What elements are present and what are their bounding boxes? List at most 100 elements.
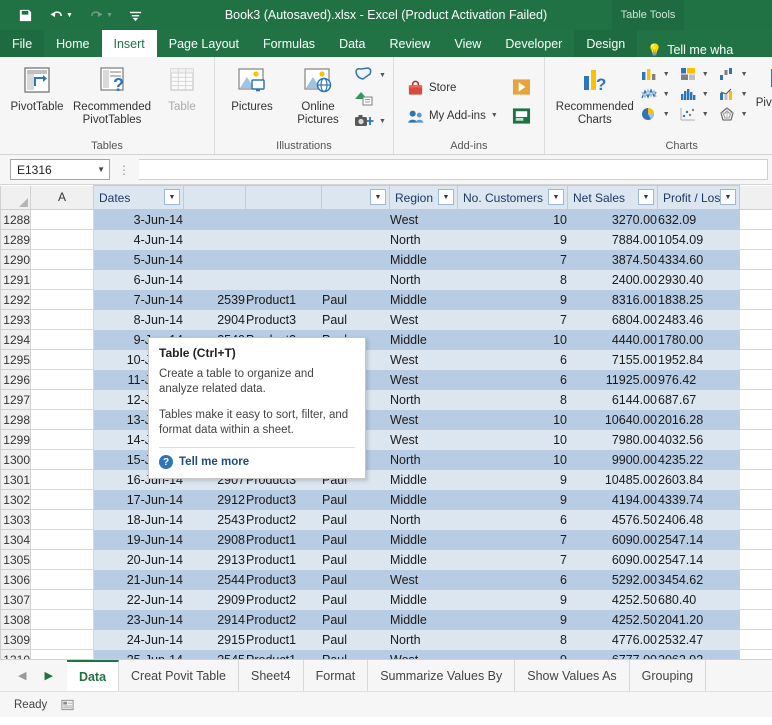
row-header[interactable]: 1310 — [0, 649, 31, 659]
cell-profit-loss[interactable]: 4235.22 — [657, 449, 740, 470]
filter-button-profit-loss[interactable]: ▼ — [720, 189, 736, 205]
cell-region[interactable]: Middle — [389, 329, 458, 350]
cell-id[interactable]: 2539 — [183, 289, 246, 310]
cell-no-customers[interactable]: 6 — [457, 369, 568, 390]
cell-trailing[interactable] — [739, 229, 772, 250]
tab-page-layout[interactable]: Page Layout — [157, 30, 251, 57]
cell-net-sales[interactable]: 6144.00 — [567, 389, 658, 410]
online-pictures-button[interactable]: Online Pictures — [285, 60, 351, 127]
cell-profit-loss[interactable]: 1838.25 — [657, 289, 740, 310]
cell-profit-loss[interactable]: 976.42 — [657, 369, 740, 390]
cell-no-customers[interactable]: 8 — [457, 629, 568, 650]
cell-no-customers[interactable]: 8 — [457, 389, 568, 410]
cell-net-sales[interactable]: 6090.00 — [567, 529, 658, 550]
cell-a[interactable] — [30, 389, 94, 410]
tab-design[interactable]: Design — [574, 30, 638, 57]
cell-product[interactable]: Product3 — [245, 569, 322, 590]
cell-id[interactable]: 2908 — [183, 529, 246, 550]
cell-trailing[interactable] — [739, 309, 772, 330]
shapes-caret-icon[interactable]: ▼ — [379, 72, 386, 79]
radar-chart-button[interactable]: ▼ — [715, 105, 751, 123]
cell-id[interactable]: 2904 — [183, 309, 246, 330]
cell-profit-loss[interactable]: 2603.84 — [657, 469, 740, 490]
cell-a[interactable] — [30, 309, 94, 330]
cell-product[interactable] — [245, 229, 322, 250]
pie-chart-caret-icon[interactable]: ▼ — [663, 111, 670, 118]
table-row[interactable]: 129914-Jun-142911Product2PaulWest107980.… — [0, 429, 772, 450]
cell-trailing[interactable] — [739, 629, 772, 650]
table-row[interactable]: 1304 19-Jun-14 2908 Product1 Paul Middle 7 6090… — [0, 529, 772, 550]
row-header[interactable]: 1298 — [0, 409, 31, 430]
cell-dates[interactable]: 8-Jun-14 — [93, 309, 184, 330]
cell-product[interactable]: Product1 — [245, 289, 322, 310]
cell-region[interactable]: West — [389, 209, 458, 230]
cell-a[interactable] — [30, 589, 94, 610]
combo-chart-button[interactable]: ▼ — [715, 85, 751, 103]
cell-dates[interactable]: 22-Jun-14 — [93, 589, 184, 610]
cell-profit-loss[interactable]: 1780.00 — [657, 329, 740, 350]
cell-region[interactable]: West — [389, 349, 458, 370]
cell-region[interactable]: West — [389, 429, 458, 450]
table-row[interactable]: 129813-Jun-142906Product2PaulWest1010640… — [0, 409, 772, 430]
table-row[interactable]: 1306 21-Jun-14 2544 Product3 Paul West 6 5292.0… — [0, 569, 772, 590]
cell-no-customers[interactable]: 9 — [457, 229, 568, 250]
cell-trailing[interactable] — [739, 249, 772, 270]
row-header[interactable]: 1296 — [0, 369, 31, 390]
cell-profit-loss[interactable]: 2406.48 — [657, 509, 740, 530]
tell-me-search[interactable]: 💡 Tell me wha — [637, 43, 733, 57]
row-header[interactable]: 1302 — [0, 489, 31, 510]
cell-id[interactable] — [183, 229, 246, 250]
cell-no-customers[interactable]: 6 — [457, 569, 568, 590]
table-row[interactable]: 1302 17-Jun-14 2912 Product3 Paul Middle 9 4194… — [0, 489, 772, 510]
cell-region[interactable]: West — [389, 649, 458, 659]
cell-id[interactable] — [183, 209, 246, 230]
cell-region[interactable]: North — [389, 229, 458, 250]
cell-dates[interactable]: 20-Jun-14 — [93, 549, 184, 570]
row-header[interactable]: 1305 — [0, 549, 31, 570]
cell-profit-loss[interactable]: 2483.46 — [657, 309, 740, 330]
cell-profit-loss[interactable]: 3454.62 — [657, 569, 740, 590]
cell-id[interactable] — [183, 249, 246, 270]
row-header[interactable]: 1308 — [0, 609, 31, 630]
cell-rep[interactable]: Paul — [321, 489, 390, 510]
cell-no-customers[interactable]: 7 — [457, 249, 568, 270]
scatter-chart-caret-icon[interactable]: ▼ — [702, 111, 709, 118]
bar-chart-button[interactable]: ▼ — [676, 65, 712, 83]
sheet-tab-creat-povit-table[interactable]: Creat Povit Table — [119, 660, 239, 691]
cell-a[interactable] — [30, 549, 94, 570]
cell-profit-loss[interactable]: 2547.14 — [657, 529, 740, 550]
cell-trailing[interactable] — [739, 349, 772, 370]
sheet-tab-summarize-values-by[interactable]: Summarize Values By — [368, 660, 516, 691]
cell-id[interactable]: 2544 — [183, 569, 246, 590]
cell-region[interactable]: West — [389, 309, 458, 330]
cell-dates[interactable]: 24-Jun-14 — [93, 629, 184, 650]
cell-no-customers[interactable]: 9 — [457, 589, 568, 610]
row-header[interactable]: 1294 — [0, 329, 31, 350]
sheet-tab-sheet4[interactable]: Sheet4 — [239, 660, 304, 691]
row-header[interactable]: 1300 — [0, 449, 31, 470]
cell-rep[interactable] — [321, 229, 390, 250]
table-column-header-net-sales[interactable]: Net Sales ▼ — [567, 185, 658, 210]
my-addins-button[interactable]: My Add-ins ▼ — [404, 107, 501, 125]
cell-net-sales[interactable]: 2400.00 — [567, 269, 658, 290]
cell-rep[interactable] — [321, 269, 390, 290]
cell-trailing[interactable] — [739, 409, 772, 430]
sheet-tab-data[interactable]: Data — [66, 660, 120, 691]
cell-id[interactable] — [183, 269, 246, 290]
row-header[interactable]: 1295 — [0, 349, 31, 370]
table-row[interactable]: 1305 20-Jun-14 2913 Product1 Paul Middle 7 6090… — [0, 549, 772, 570]
cell-net-sales[interactable]: 4776.00 — [567, 629, 658, 650]
table-row[interactable]: 129712-Jun-142541Product3PaulNorth86144.… — [0, 389, 772, 410]
store-button[interactable]: Store — [404, 79, 501, 97]
row-header[interactable]: 1307 — [0, 589, 31, 610]
cell-region[interactable]: Middle — [389, 469, 458, 490]
cell-profit-loss[interactable]: 2041.20 — [657, 609, 740, 630]
cell-id[interactable]: 2912 — [183, 489, 246, 510]
cell-trailing[interactable] — [739, 429, 772, 450]
tab-formulas[interactable]: Formulas — [251, 30, 327, 57]
cell-region[interactable]: North — [389, 629, 458, 650]
table-row[interactable]: 1292 7-Jun-14 2539 Product1 Paul Middle 9 8316.… — [0, 289, 772, 310]
undo-button[interactable]: ▼ — [49, 8, 73, 22]
cell-no-customers[interactable]: 9 — [457, 489, 568, 510]
table-row[interactable]: 1301 16-Jun-14 2907 Product3 Paul Middle 9 1048… — [0, 469, 772, 490]
